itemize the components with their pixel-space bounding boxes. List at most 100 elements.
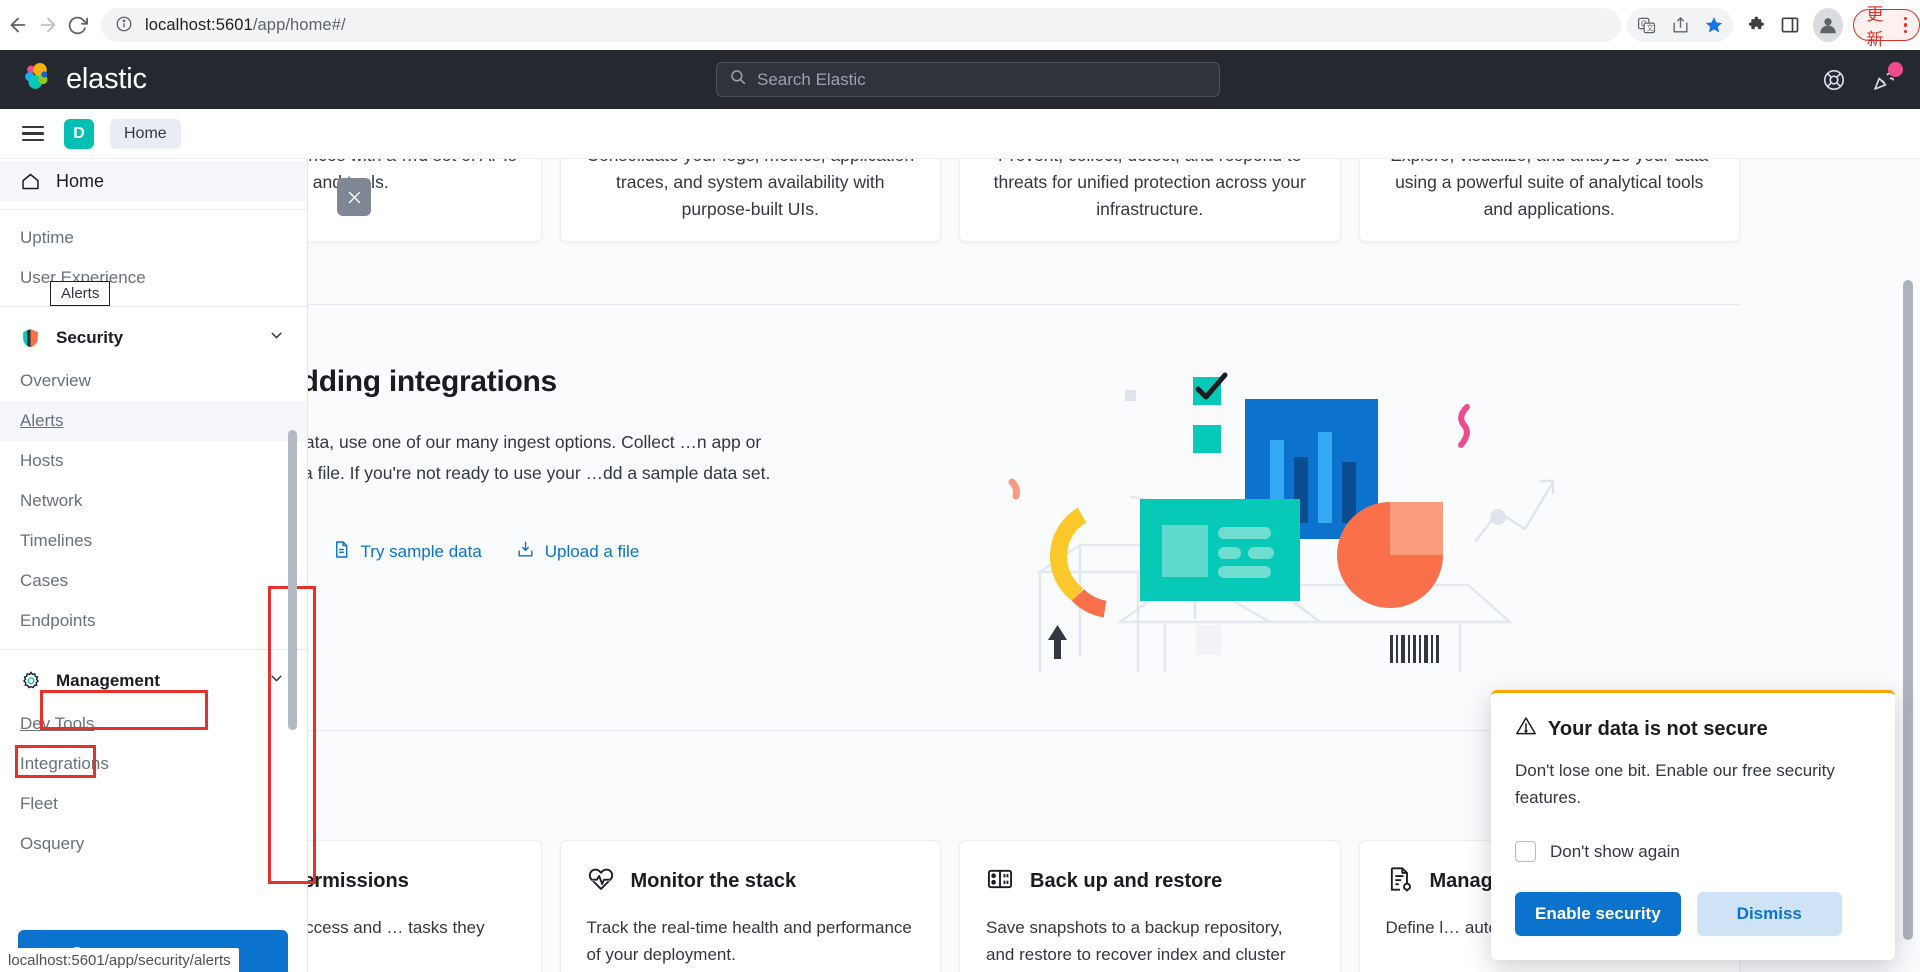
sidebar-item-dev-tools[interactable]: Dev Tools [0,704,307,744]
security-callout-title: Your data is not secure [1548,717,1768,740]
sidebar-item-timelines[interactable]: Timelines [0,521,307,561]
header-actions [1822,50,1903,109]
dont-show-again-row[interactable]: Don't show again [1515,841,1871,862]
management-card-monitor[interactable]: Monitor the stack Track the real-time he… [559,840,941,972]
management-card-backup[interactable]: Back up and restore Save snapshots to a … [959,840,1341,972]
chevron-down-icon[interactable] [268,327,285,349]
dismiss-button[interactable]: Dismiss [1696,892,1842,936]
heart-pulse-icon [587,865,615,898]
dont-show-again-checkbox[interactable] [1515,841,1536,862]
navigation-sidebar: Home Uptime User Experience Security Ove… [0,159,308,972]
solution-card-desc: Consolidate your logs, metrics, applicat… [586,159,914,219]
close-x-icon[interactable] [337,178,371,216]
sidebar-item-osquery[interactable]: Osquery [0,824,307,864]
elastic-logo-icon [20,60,54,99]
sidebar-item-hosts[interactable]: Hosts [0,441,307,481]
page-scrollbar[interactable] [1903,280,1913,940]
security-callout-description: Don't lose one bit. Enable our free secu… [1515,761,1835,807]
security-callout-buttons: Enable security Dismiss [1515,892,1871,936]
url-text: localhost:5601/app/home#/ [145,15,346,34]
card-title: Back up and restore [1030,870,1223,892]
sidebar-item-home[interactable]: Home [0,161,307,201]
dont-show-again-label[interactable]: Don't show again [1550,842,1680,862]
brand-name: elastic [66,63,147,95]
sidebar-item-label: Dev Tools [20,714,95,733]
sidebar-item-label: Network [20,491,83,510]
search-icon [729,68,747,91]
nav-tooltip: Alerts [50,281,111,306]
forward-button[interactable] [36,5,60,45]
profile-avatar-icon[interactable] [1813,8,1844,42]
sidebar-group-management[interactable]: Management [0,658,307,704]
breadcrumb-home[interactable]: Home [110,118,181,149]
integrations-box-illustration [1008,372,1555,672]
sidebar-group-label: Security [56,328,124,347]
sidebar-item-label: Hosts [20,451,64,470]
security-shield-icon [20,327,42,349]
sidebar-item-network[interactable]: Network [0,481,307,521]
sidebar-item-label: Timelines [20,531,93,550]
solution-card-observability[interactable]: Consolidate your logs, metrics, applicat… [559,159,941,242]
share-icon[interactable] [1663,8,1697,42]
elastic-global-header: elastic Search Elastic [0,50,1920,109]
sidebar-item-label: Endpoints [20,611,96,630]
sidebar-item-endpoints[interactable]: Endpoints [0,601,307,641]
enable-security-button[interactable]: Enable security [1515,892,1681,936]
bookmark-star-icon[interactable] [1697,8,1731,42]
gear-icon [20,670,42,692]
translate-icon[interactable]: G文 [1629,8,1663,42]
upload-a-file-link[interactable]: Upload a file [516,540,639,564]
server-rack-icon [986,865,1014,898]
sidebar-group-label: Management [56,671,160,690]
browser-status-bar: localhost:5601/app/security/alerts [0,948,239,972]
link-label: Try sample data [360,542,482,561]
site-info-icon[interactable] [115,15,135,35]
warning-triangle-icon [1515,715,1537,743]
hamburger-menu-icon[interactable] [18,120,48,148]
card-title: Monitor the stack [630,870,797,892]
elastic-brand[interactable]: elastic [20,60,147,99]
sidebar-item-overview[interactable]: Overview [0,361,307,401]
search-input[interactable]: Search Elastic [716,62,1220,97]
extensions-puzzle-icon[interactable] [1743,8,1773,42]
sidebar-item-cases[interactable]: Cases [0,561,307,601]
solution-card-analytics[interactable]: Explore, visualize, and analyze your dat… [1358,159,1740,242]
solution-card-desc: Prevent, collect, detect, and respond to… [993,159,1306,219]
sidebar-group-security[interactable]: Security [0,315,307,361]
side-panel-icon[interactable] [1775,8,1805,42]
address-bar[interactable]: localhost:5601/app/home#/ [101,8,1622,42]
search-placeholder: Search Elastic [757,69,866,89]
help-lifebuoy-icon[interactable] [1822,68,1846,92]
sidebar-item-label: Integrations [20,754,109,773]
sidebar-scrollbar[interactable] [288,430,297,730]
back-button[interactable] [6,5,30,45]
sidebar-item-label: Alerts [20,411,64,430]
svg-text:文: 文 [1646,23,1653,32]
solution-card-security[interactable]: Prevent, collect, detect, and respond to… [959,159,1341,242]
sidebar-item-fleet[interactable]: Fleet [0,784,307,824]
solution-card-desc: Explore, visualize, and analyze your dat… [1390,159,1708,219]
security-callout-title-row: Your data is not secure [1515,715,1871,743]
sidebar-item-label: Overview [20,371,91,390]
sidebar-item-label: Osquery [20,834,85,853]
sidebar-item-user-experience[interactable]: User Experience [0,258,307,298]
sidebar-item-integrations[interactable]: Integrations [0,744,307,784]
space-avatar[interactable]: D [64,118,94,149]
sidebar-item-label: Fleet [20,794,58,813]
update-button[interactable]: 更新 [1853,5,1920,49]
browser-toolbar: localhost:5601/app/home#/ G文 更新 [0,0,1920,50]
try-sample-data-link[interactable]: Try sample data [332,540,482,564]
chevron-down-icon[interactable] [268,670,285,692]
sidebar-item-uptime[interactable]: Uptime [0,218,307,258]
sidebar-item-label: Home [56,170,105,191]
reload-button[interactable] [65,5,89,45]
card-desc: Save snapshots to a backup repository, a… [986,918,1286,964]
sidebar-item-alerts[interactable]: Alerts [0,401,307,441]
document-gear-icon [1386,865,1414,898]
chrome-actions: G文 更新 [1627,5,1920,49]
kebab-menu-icon[interactable] [1898,16,1914,34]
omnibox-icon-group: G文 [1627,8,1734,42]
get-started-illustration [800,351,1740,672]
upload-icon [516,540,535,564]
announcements-icon[interactable] [1872,61,1903,92]
